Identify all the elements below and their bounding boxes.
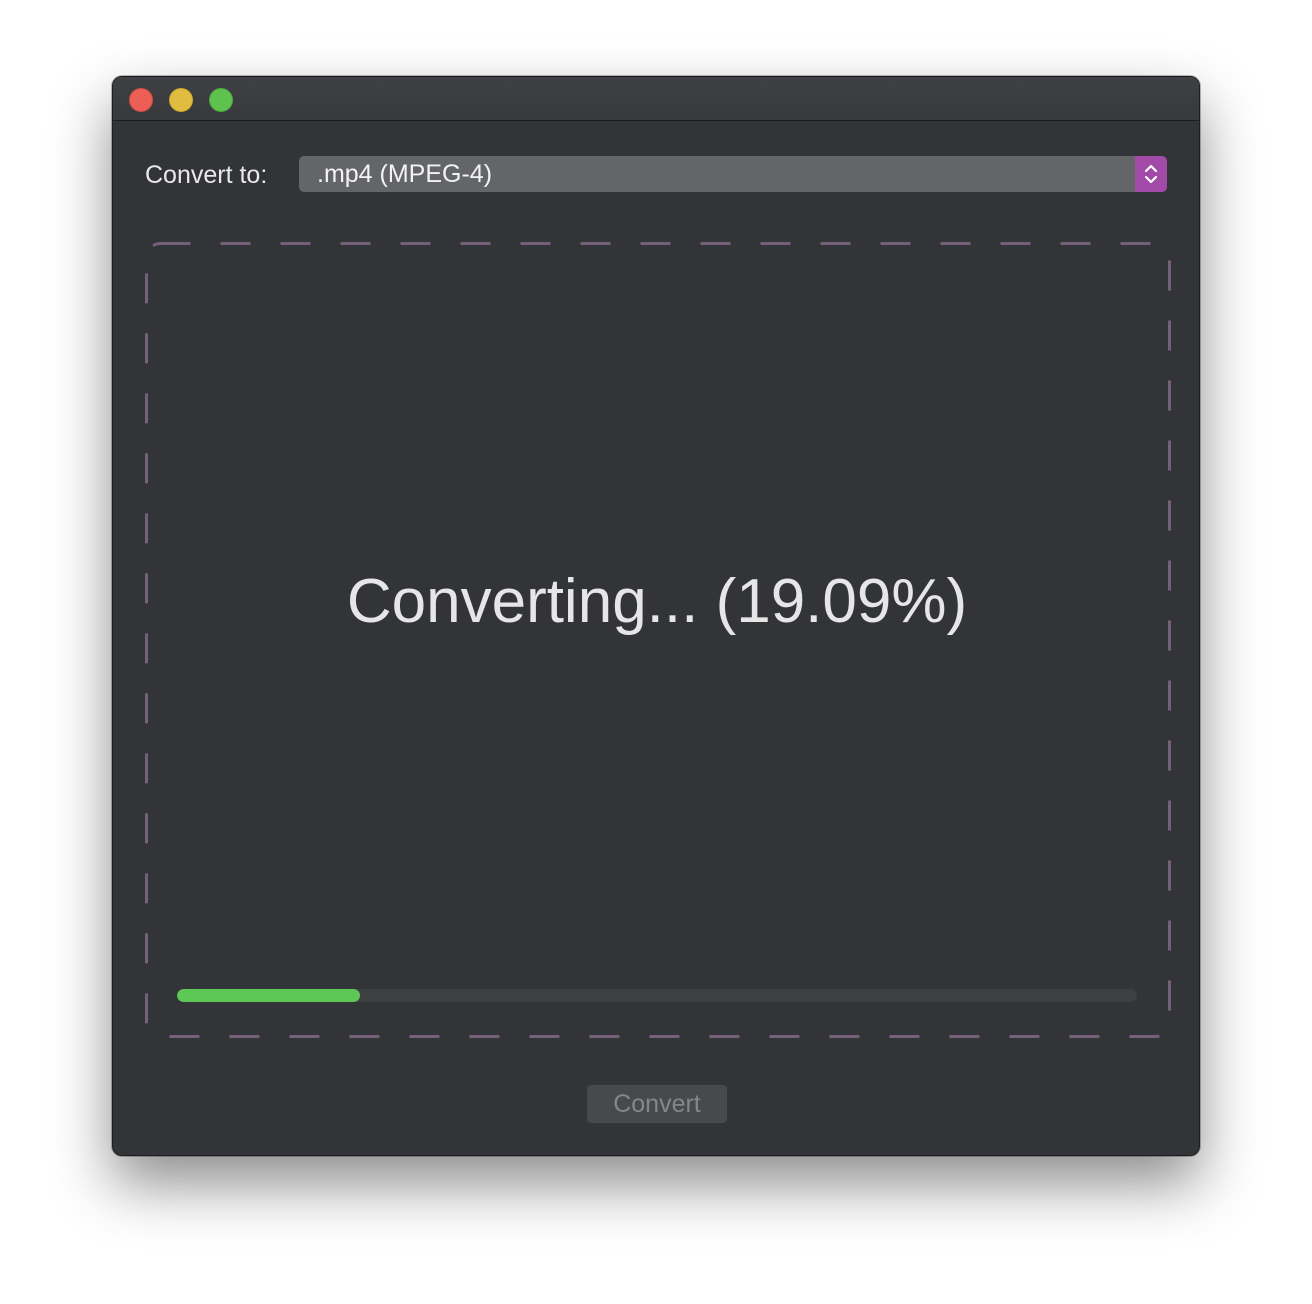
maximize-window-button[interactable] (209, 88, 233, 112)
drop-zone[interactable] (145, 242, 1171, 1038)
convert-to-label: Convert to: (145, 161, 268, 189)
progress-bar (177, 989, 1137, 1002)
convert-button[interactable]: Convert (587, 1085, 727, 1123)
select-stepper[interactable] (1135, 156, 1167, 192)
chevron-up-down-icon (1144, 164, 1158, 184)
title-bar[interactable] (113, 77, 1199, 121)
selected-format: .mp4 (MPEG-4) (317, 160, 493, 188)
close-window-button[interactable] (129, 88, 153, 112)
converter-window: Convert to: .mp4 (MPEG-4) Converting... … (112, 76, 1200, 1156)
minimize-window-button[interactable] (169, 88, 193, 112)
conversion-status: Converting... (19.09%) (346, 567, 968, 636)
progress-fill (177, 989, 361, 1002)
format-select[interactable]: .mp4 (MPEG-4) (299, 156, 1167, 192)
